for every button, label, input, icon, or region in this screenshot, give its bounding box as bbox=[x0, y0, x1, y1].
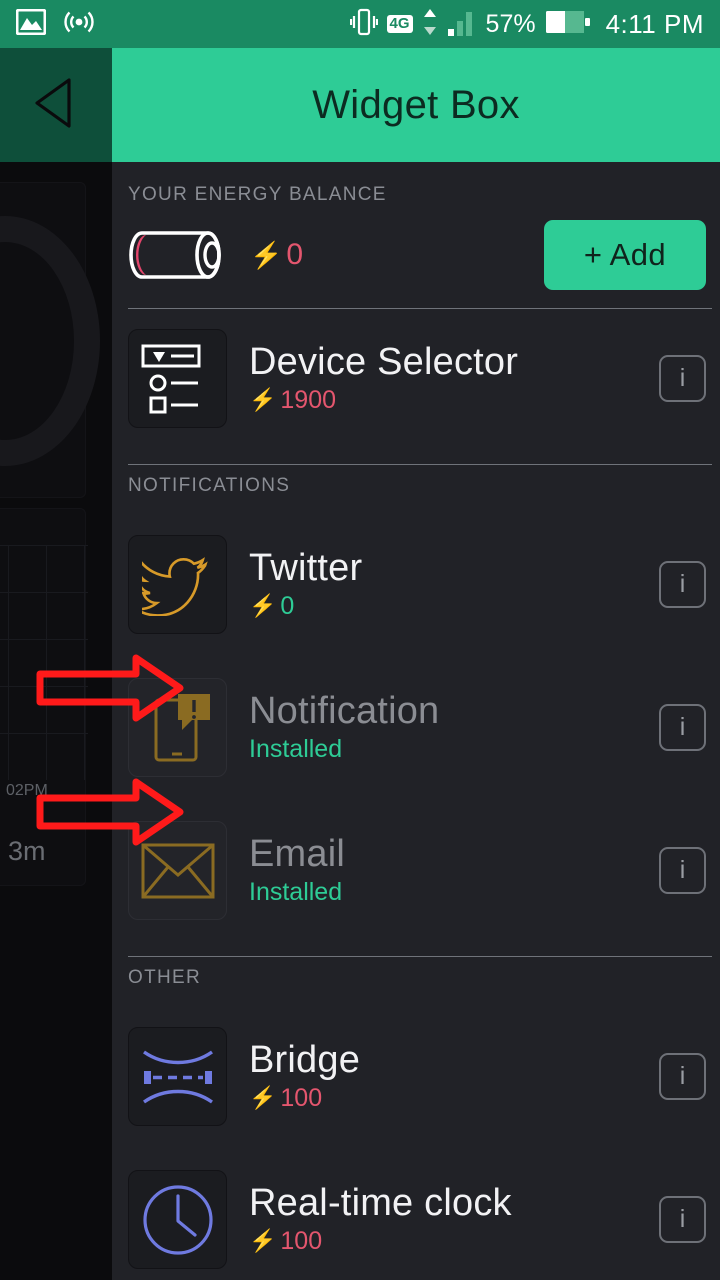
widget-cost: ⚡ 1900 bbox=[249, 386, 518, 415]
background-chart-duration-label: 3m bbox=[8, 836, 46, 866]
clock-icon bbox=[128, 1170, 227, 1269]
widget-cost: ⚡ 100 bbox=[249, 1084, 360, 1113]
broadcast-icon bbox=[64, 7, 94, 42]
back-button[interactable] bbox=[0, 48, 112, 162]
section-label-notifications: NOTIFICATIONS bbox=[128, 475, 291, 496]
energy-balance-value: ⚡ 0 bbox=[250, 238, 303, 272]
image-icon bbox=[15, 8, 47, 40]
widget-row-notification[interactable]: Notification Installed i bbox=[112, 668, 720, 787]
back-triangle-icon bbox=[27, 74, 85, 137]
twitter-bird-icon bbox=[128, 535, 227, 634]
widget-title: Bridge bbox=[249, 1039, 361, 1082]
clock-time-label: 4:11 PM bbox=[605, 8, 704, 39]
battery-status-icon bbox=[545, 7, 591, 42]
info-button[interactable]: i bbox=[659, 561, 706, 608]
bolt-icon: ⚡ bbox=[249, 593, 277, 619]
widget-cost: ⚡ 0 bbox=[249, 592, 362, 621]
info-button[interactable]: i bbox=[659, 355, 706, 402]
widget-cost-value: 0 bbox=[280, 591, 295, 620]
bolt-icon: ⚡ bbox=[249, 1228, 277, 1254]
battery-cylinder-icon bbox=[128, 229, 228, 281]
widget-title: Real-time clock bbox=[249, 1182, 512, 1225]
phone-notification-icon bbox=[128, 678, 227, 777]
data-transfer-icon bbox=[422, 7, 438, 42]
bolt-icon: ⚡ bbox=[249, 387, 277, 413]
header-title-bar: Widget Box bbox=[112, 48, 720, 162]
widget-status: Installed bbox=[249, 877, 343, 906]
bridge-icon bbox=[128, 1027, 227, 1126]
divider-notifications bbox=[128, 464, 712, 465]
widget-row-bridge[interactable]: Bridge ⚡ 100 i bbox=[112, 1017, 720, 1136]
widget-cost-value: 100 bbox=[280, 1226, 323, 1255]
info-button[interactable]: i bbox=[659, 704, 706, 751]
energy-balance-number: 0 bbox=[286, 238, 304, 271]
widget-title: Notification bbox=[249, 690, 440, 733]
widget-box-panel[interactable]: YOUR ENERGY BALANCE ⚡ 0 + Add Device Sel… bbox=[112, 162, 720, 1280]
vibrate-icon bbox=[349, 7, 378, 42]
background-chart-grid bbox=[0, 545, 88, 780]
battery-percent-label: 57% bbox=[485, 9, 536, 38]
widget-row-real-time-clock[interactable]: Real-time clock ⚡ 100 i bbox=[112, 1160, 720, 1279]
status-bar: 4G 57% 4:11 PM bbox=[0, 0, 720, 48]
widget-status: Installed bbox=[249, 734, 343, 763]
bolt-icon: ⚡ bbox=[250, 239, 283, 270]
phone-screen: 02PM 3m 4G 57% 4:11 PM Widget Box YOUR E… bbox=[0, 0, 720, 1280]
info-button[interactable]: i bbox=[659, 847, 706, 894]
envelope-icon bbox=[128, 821, 227, 920]
network-4g-icon: 4G bbox=[386, 15, 413, 33]
info-button[interactable]: i bbox=[659, 1196, 706, 1243]
energy-balance-row: ⚡ 0 + Add bbox=[112, 206, 720, 290]
info-button[interactable]: i bbox=[659, 1053, 706, 1100]
divider-other bbox=[128, 956, 712, 957]
widget-row-twitter[interactable]: Twitter ⚡ 0 i bbox=[112, 525, 720, 644]
device-selector-icon bbox=[128, 329, 227, 428]
widget-cost-value: 1900 bbox=[280, 385, 337, 414]
widget-cost: ⚡ 100 bbox=[249, 1227, 512, 1256]
widget-title: Twitter bbox=[249, 547, 363, 590]
background-chart-time-label: 02PM bbox=[6, 782, 48, 799]
section-label-other: OTHER bbox=[128, 967, 201, 988]
bolt-icon: ⚡ bbox=[249, 1085, 277, 1111]
signal-bars-icon bbox=[447, 7, 477, 42]
energy-balance-label: YOUR ENERGY BALANCE bbox=[128, 184, 387, 205]
widget-title: Email bbox=[249, 833, 346, 876]
app-header: Widget Box bbox=[0, 48, 720, 162]
widget-title: Device Selector bbox=[249, 341, 519, 384]
add-energy-button[interactable]: + Add bbox=[543, 220, 706, 290]
widget-row-device-selector[interactable]: Device Selector ⚡ 1900 i bbox=[112, 319, 720, 438]
divider-device bbox=[128, 308, 712, 309]
widget-cost-value: 100 bbox=[280, 1083, 323, 1112]
page-title: Widget Box bbox=[312, 82, 520, 127]
widget-row-email[interactable]: Email Installed i bbox=[112, 811, 720, 930]
